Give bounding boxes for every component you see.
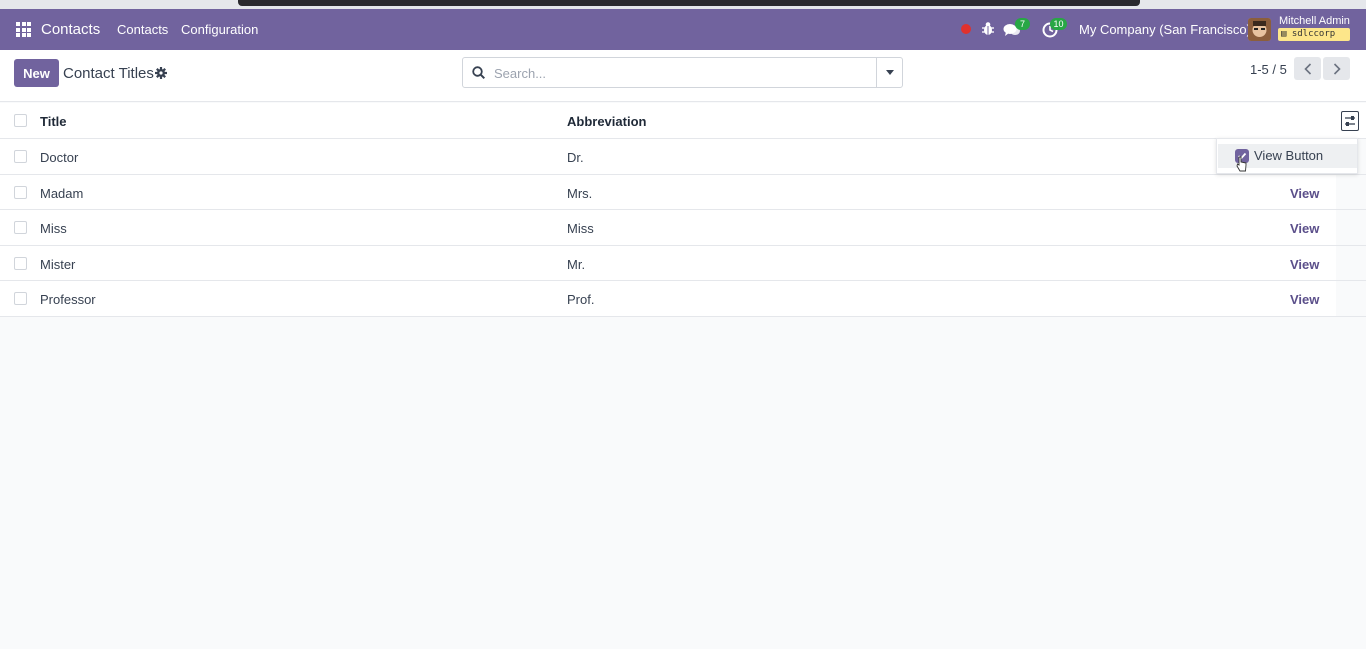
- company-switcher[interactable]: My Company (San Francisco): [1079, 22, 1251, 37]
- column-header-title[interactable]: Title: [40, 114, 67, 129]
- activity-count-badge: 10: [1050, 18, 1067, 30]
- table-row[interactable]: Mister Mr. View: [0, 245, 1366, 281]
- user-name[interactable]: Mitchell Admin: [1279, 15, 1350, 27]
- chevron-right-icon: [1333, 62, 1341, 75]
- view-button[interactable]: View: [1290, 257, 1319, 272]
- row-checkbox[interactable]: [14, 221, 27, 234]
- view-button[interactable]: View: [1290, 292, 1319, 307]
- main-navbar: Contacts Contacts Configuration 7 10 My …: [0, 9, 1366, 50]
- menu-configuration[interactable]: Configuration: [181, 22, 258, 37]
- cell-title: Mister: [40, 256, 76, 272]
- caret-down-icon: [885, 70, 894, 75]
- row-checkbox[interactable]: [14, 256, 27, 270]
- cell-abbreviation: Mr.: [567, 256, 586, 272]
- menu-contacts[interactable]: Contacts: [117, 22, 168, 37]
- row-filler: [1336, 281, 1366, 316]
- list-view: Title Abbreviation Doctor Dr. Madam Mrs.…: [0, 103, 1366, 317]
- database-icon: ▤: [1281, 29, 1287, 39]
- list-header: Title Abbreviation: [0, 103, 1366, 139]
- cell-title: Professor: [40, 292, 96, 307]
- search-input[interactable]: [494, 62, 864, 84]
- user-avatar[interactable]: [1248, 18, 1271, 41]
- cell-abbreviation: Prof.: [567, 292, 595, 307]
- row-filler: [1336, 245, 1366, 280]
- chat-count-badge: 7: [1015, 18, 1030, 30]
- row-checkbox[interactable]: [14, 150, 27, 163]
- apps-menu-icon[interactable]: [16, 22, 31, 37]
- column-header-abbreviation[interactable]: Abbreviation: [567, 114, 646, 129]
- row-checkbox[interactable]: [14, 292, 27, 305]
- hand-cursor-icon: [1236, 156, 1247, 172]
- table-row[interactable]: Madam Mrs. View: [0, 174, 1366, 210]
- app-brand[interactable]: Contacts: [41, 21, 100, 38]
- page-title[interactable]: Contact Titles: [63, 65, 154, 82]
- row-filler: [1336, 174, 1366, 209]
- search-options-toggle[interactable]: [876, 58, 902, 87]
- tab-strip-bar: [238, 0, 1140, 6]
- pager-next-button[interactable]: [1323, 57, 1350, 80]
- database-name: sdlccorp: [1291, 29, 1336, 39]
- optional-column-label: View Button: [1254, 148, 1324, 163]
- pager-previous-button[interactable]: [1294, 57, 1321, 80]
- table-row[interactable]: Miss Miss View: [0, 210, 1366, 246]
- sliders-icon: [1345, 116, 1355, 126]
- pager-value[interactable]: 1-5 / 5: [1250, 62, 1287, 77]
- select-all-checkbox[interactable]: [14, 114, 27, 127]
- row-checkbox[interactable]: [14, 185, 27, 199]
- view-button[interactable]: View: [1290, 221, 1319, 236]
- cell-title: Madam: [40, 185, 84, 201]
- control-panel: New Contact Titles 1-5 / 5: [0, 50, 1366, 102]
- browser-top-strip: [0, 0, 1366, 9]
- gear-icon[interactable]: [155, 67, 167, 79]
- optional-columns-toggle[interactable]: [1341, 111, 1359, 131]
- table-row[interactable]: Doctor Dr.: [0, 139, 1366, 175]
- row-filler: [1336, 210, 1366, 245]
- recording-dot-icon[interactable]: [961, 24, 971, 34]
- cell-abbreviation: Miss: [567, 221, 594, 236]
- database-badge: ▤ sdlccorp: [1278, 28, 1350, 41]
- new-button[interactable]: New: [14, 59, 59, 87]
- table-row[interactable]: Professor Prof. View: [0, 281, 1366, 317]
- bug-icon[interactable]: [981, 21, 995, 37]
- chevron-left-icon: [1303, 62, 1311, 75]
- search-icon: [472, 66, 485, 79]
- cell-title: Doctor: [40, 150, 79, 165]
- cell-abbreviation: Dr.: [567, 150, 584, 165]
- search-box: [462, 57, 903, 88]
- cell-abbreviation: Mrs.: [567, 185, 593, 201]
- cell-title: Miss: [40, 221, 67, 236]
- view-button[interactable]: View: [1290, 186, 1319, 201]
